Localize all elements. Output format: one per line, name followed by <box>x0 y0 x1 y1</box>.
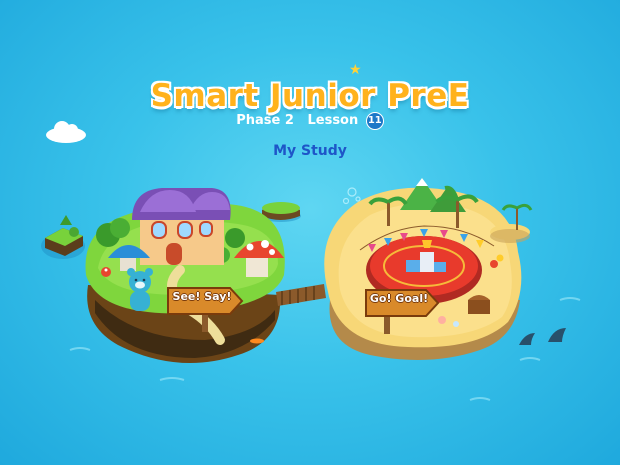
see-say-label: See! Say! <box>172 290 232 303</box>
lesson-label: Lesson <box>307 113 359 128</box>
lesson-subtitle: Phase 2 Lesson 11 <box>0 112 620 130</box>
phase-label: Phase 2 <box>236 113 294 128</box>
small-grass-island-left <box>41 215 85 259</box>
shark-fins <box>519 328 566 345</box>
main-scene: ★ Smart Junior PreE Phase 2 Lesson 11 My… <box>0 0 620 465</box>
star-icon: ★ <box>349 62 362 78</box>
go-goal-label: Go! Goal! <box>369 292 429 305</box>
section-title: My Study <box>273 143 347 159</box>
app-title: Smart Junior PreE <box>150 78 470 114</box>
lesson-number-badge: 11 <box>365 112 384 130</box>
go-goal-signpost[interactable]: Go! Goal! <box>364 286 440 334</box>
see-say-signpost[interactable]: See! Say! <box>166 284 244 332</box>
